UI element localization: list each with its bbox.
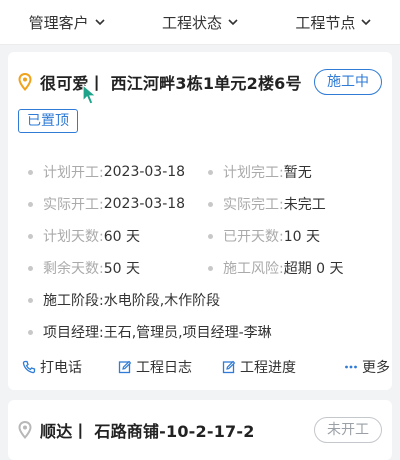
bullet-dot bbox=[28, 329, 33, 335]
chevron-down-icon bbox=[361, 19, 371, 26]
plan-start: 计划开工: 2023-03-18 bbox=[28, 162, 208, 182]
plan-start-label: 计划开工: bbox=[43, 165, 104, 181]
remaining-days: 剩余天数: 50 天 bbox=[28, 258, 208, 278]
risk-value: 超期 0 天 bbox=[283, 261, 344, 277]
actual-end: 实际完工: 未完工 bbox=[208, 194, 388, 214]
pinned-tag: 已置顶 bbox=[18, 109, 78, 133]
bullet-dot bbox=[28, 265, 33, 271]
edit-icon bbox=[222, 360, 236, 374]
project-card[interactable]: 很可爱丨 西江河畔3栋1单元2楼6号 施工中 已置顶 计划开工: 2023-03… bbox=[8, 52, 392, 390]
filter-manage-customer[interactable]: 管理客户 bbox=[0, 12, 133, 33]
call-button[interactable]: 打电话 bbox=[22, 357, 82, 377]
risk-label: 施工风险: bbox=[223, 261, 284, 277]
bullet-dot bbox=[28, 201, 33, 207]
plan-end-label: 计划完工: bbox=[223, 165, 284, 181]
filter-bar: 管理客户 工程状态 工程节点 bbox=[0, 0, 400, 45]
filter-label: 工程节点 bbox=[295, 13, 356, 32]
chevron-down-icon bbox=[228, 19, 238, 26]
opened-days: 已开天数: 10 天 bbox=[208, 226, 388, 246]
edit-icon bbox=[118, 360, 132, 374]
stage-value: 水电阶段,木作阶段 bbox=[103, 293, 221, 309]
mouse-cursor-icon bbox=[82, 84, 98, 105]
chevron-down-icon bbox=[95, 19, 105, 26]
construction-stage: 施工阶段: 水电阶段,木作阶段 bbox=[28, 290, 388, 310]
status-badge: 施工中 bbox=[314, 69, 382, 95]
more-label: 更多 bbox=[362, 360, 390, 376]
status-badge: 未开工 bbox=[314, 417, 382, 443]
project-title-row: 很可爱丨 西江河畔3栋1单元2楼6号 施工中 bbox=[18, 68, 382, 96]
remaining-days-label: 剩余天数: bbox=[43, 261, 104, 277]
project-title: 很可爱丨 西江河畔3栋1单元2楼6号 bbox=[40, 74, 302, 93]
project-title: 顺达丨 石路商铺-10-2-17-2 bbox=[40, 422, 255, 441]
manager-value: 王石,管理员,项目经理-李琳 bbox=[103, 325, 272, 341]
bullet-dot bbox=[208, 265, 213, 271]
project-progress-button[interactable]: 工程进度 bbox=[222, 357, 296, 377]
more-button[interactable]: 更多 bbox=[344, 357, 390, 377]
bullet-dot bbox=[28, 297, 33, 303]
action-bar: 打电话 工程日志 工程进度 更多 bbox=[8, 354, 392, 380]
bullet-dot bbox=[208, 201, 213, 207]
plan-end: 计划完工: 暂无 bbox=[208, 162, 388, 182]
project-manager: 项目经理: 王石,管理员,项目经理-李琳 bbox=[28, 322, 388, 342]
remaining-days-value: 50 天 bbox=[103, 261, 140, 277]
call-label: 打电话 bbox=[40, 360, 82, 376]
plan-days-value: 60 天 bbox=[103, 229, 140, 245]
actual-end-value: 未完工 bbox=[283, 197, 326, 213]
plan-start-value: 2023-03-18 bbox=[103, 164, 186, 180]
project-title-row: 顺达丨 石路商铺-10-2-17-2 未开工 bbox=[18, 416, 382, 444]
plan-days: 计划天数: 60 天 bbox=[28, 226, 208, 246]
construction-risk: 施工风险: 超期 0 天 bbox=[208, 258, 388, 278]
filter-project-status[interactable]: 工程状态 bbox=[133, 12, 266, 33]
project-log-label: 工程日志 bbox=[136, 360, 192, 376]
bullet-dot bbox=[28, 233, 33, 239]
project-log-button[interactable]: 工程日志 bbox=[118, 357, 192, 377]
bullet-dot bbox=[28, 169, 33, 175]
plan-days-label: 计划天数: bbox=[43, 229, 104, 245]
bullet-dot bbox=[208, 233, 213, 239]
project-card[interactable]: 顺达丨 石路商铺-10-2-17-2 未开工 bbox=[8, 400, 392, 460]
bullet-dot bbox=[208, 169, 213, 175]
filter-label: 工程状态 bbox=[161, 13, 222, 32]
location-pin-icon bbox=[18, 421, 32, 439]
opened-days-label: 已开天数: bbox=[223, 229, 284, 245]
manager-label: 项目经理: bbox=[43, 325, 104, 341]
plan-end-value: 暂无 bbox=[283, 165, 312, 181]
location-pin-icon bbox=[18, 73, 32, 91]
project-details: 计划开工: 2023-03-18 计划完工: 暂无 实际开工: 2023-03-… bbox=[28, 156, 388, 348]
phone-icon bbox=[22, 360, 36, 374]
actual-start: 实际开工: 2023-03-18 bbox=[28, 194, 208, 214]
opened-days-value: 10 天 bbox=[283, 229, 320, 245]
project-progress-label: 工程进度 bbox=[240, 360, 296, 376]
filter-project-node[interactable]: 工程节点 bbox=[267, 12, 400, 33]
actual-start-value: 2023-03-18 bbox=[103, 196, 186, 212]
stage-label: 施工阶段: bbox=[43, 293, 104, 309]
actual-end-label: 实际完工: bbox=[223, 197, 284, 213]
actual-start-label: 实际开工: bbox=[43, 197, 104, 213]
more-dots-icon bbox=[345, 365, 357, 369]
filter-label: 管理客户 bbox=[28, 13, 89, 32]
